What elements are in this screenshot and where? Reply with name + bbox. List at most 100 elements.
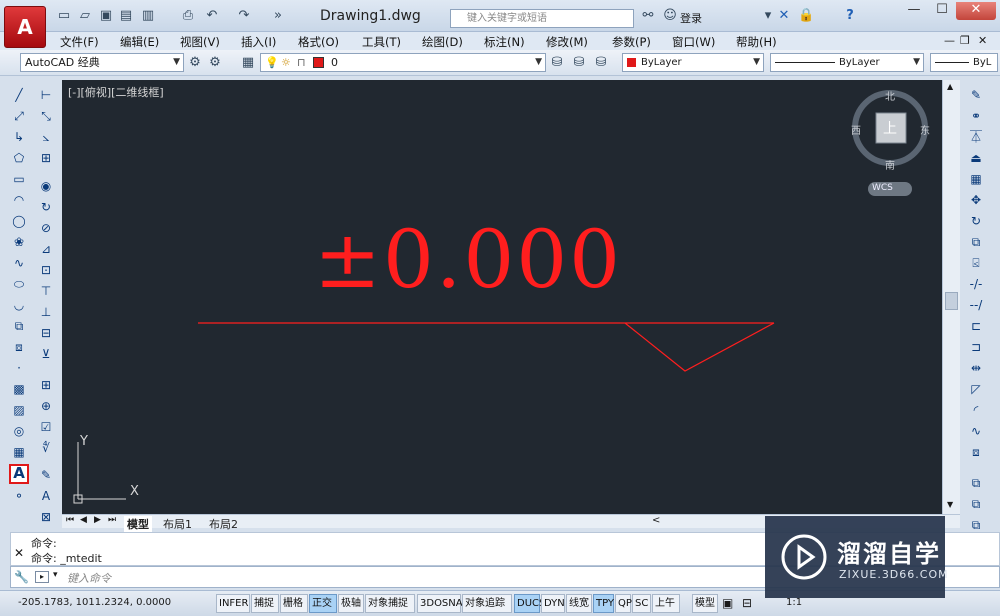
join-icon[interactable]: ⊻ bbox=[37, 345, 55, 363]
chamfer-tool-icon[interactable]: ◸ bbox=[967, 380, 985, 398]
polygon-icon[interactable]: ⬠ bbox=[10, 149, 28, 167]
break-point-icon[interactable]: ⊏ bbox=[967, 317, 985, 335]
print-icon[interactable]: ⎙ bbox=[180, 8, 196, 24]
hatch-icon[interactable]: ▩ bbox=[10, 380, 28, 398]
break-icon[interactable]: ⊟ bbox=[37, 324, 55, 342]
point-icon[interactable]: · bbox=[10, 359, 28, 377]
chamfer-icon[interactable]: ⊞ bbox=[37, 376, 55, 394]
mirror-tool-icon[interactable]: ⏄ bbox=[967, 128, 985, 146]
layer-match-icon[interactable]: ⛁ bbox=[571, 55, 587, 71]
first-tab-icon[interactable]: ⏮ bbox=[66, 515, 74, 525]
lock-icon[interactable]: 🔒 bbox=[798, 8, 814, 24]
menu-draw[interactable]: 绘图(D) bbox=[422, 34, 463, 50]
layout-view-icon[interactable]: ▣ bbox=[722, 596, 733, 610]
layer-properties-icon[interactable]: ▦ bbox=[240, 55, 256, 71]
search-input[interactable]: 键入关键字或短语 bbox=[450, 9, 634, 28]
customize-wrench-icon[interactable]: 🔧 bbox=[14, 570, 29, 584]
status-toggle-6[interactable]: 3DOSNAP bbox=[417, 594, 469, 613]
tab-layout1[interactable]: 布局1 bbox=[160, 516, 195, 532]
menu-help[interactable]: 帮助(H) bbox=[736, 34, 777, 50]
minimize-button[interactable]: — bbox=[900, 2, 928, 20]
stretch-icon[interactable]: ⊡ bbox=[37, 261, 55, 279]
line-icon[interactable]: ╱ bbox=[10, 86, 28, 104]
viewcube-east[interactable]: 东 bbox=[920, 122, 930, 137]
more-icon[interactable]: » bbox=[270, 8, 286, 24]
erase-icon[interactable]: ⊢ bbox=[37, 86, 55, 104]
menu-insert[interactable]: 插入(I) bbox=[241, 34, 276, 50]
model-space-button[interactable]: 模型 bbox=[692, 594, 718, 613]
status-toggle-4[interactable]: 极轴 bbox=[338, 594, 364, 613]
revcloud-icon[interactable]: ❀ bbox=[10, 233, 28, 251]
user-icon[interactable]: ☺ bbox=[662, 8, 678, 24]
pencil-icon[interactable]: ✎ bbox=[37, 466, 55, 484]
draworder-icon[interactable]: ⧉ bbox=[967, 474, 985, 492]
menu-edit[interactable]: 编辑(E) bbox=[120, 34, 159, 50]
viewcube-north[interactable]: 北 bbox=[885, 88, 895, 103]
close-button[interactable]: ✕ bbox=[956, 2, 996, 20]
ellipse-arc-icon[interactable]: ◡ bbox=[10, 296, 28, 314]
undo-icon[interactable]: ↶ bbox=[204, 8, 220, 24]
status-toggle-1[interactable]: 捕捉 bbox=[251, 594, 279, 613]
array-icon[interactable]: ◉ bbox=[37, 177, 55, 195]
text-style-icon[interactable]: A bbox=[37, 487, 55, 505]
insert-block-icon[interactable]: ⧉ bbox=[10, 317, 28, 335]
move-icon[interactable]: ↻ bbox=[37, 198, 55, 216]
menu-file[interactable]: 文件(F) bbox=[60, 34, 99, 50]
menu-window[interactable]: 窗口(W) bbox=[672, 34, 715, 50]
array-tool-icon[interactable]: ▦ bbox=[967, 170, 985, 188]
copy-icon[interactable]: ⤡ bbox=[37, 107, 55, 125]
scroll-up-icon[interactable]: ▲ bbox=[947, 82, 953, 91]
annotation-scale[interactable]: 1:1 bbox=[786, 597, 802, 608]
scroll-left-icon[interactable]: < bbox=[652, 515, 660, 526]
rotate-icon[interactable]: ⊘ bbox=[37, 219, 55, 237]
wcs-label[interactable]: WCS bbox=[872, 183, 893, 193]
login-link[interactable]: 登录 bbox=[680, 10, 702, 26]
viewcube-south[interactable]: 南 bbox=[885, 157, 895, 172]
menu-format[interactable]: 格式(O) bbox=[298, 34, 339, 50]
workspace-switch-icon[interactable]: ⚙ bbox=[207, 55, 223, 71]
workspace-settings-icon[interactable]: ⚙ bbox=[187, 55, 203, 71]
saveas-icon[interactable]: ▤ bbox=[118, 8, 134, 24]
draworder-back-icon[interactable]: ⧉ bbox=[967, 495, 985, 513]
tab-layout2[interactable]: 布局2 bbox=[206, 516, 241, 532]
menu-modify[interactable]: 修改(M) bbox=[546, 34, 588, 50]
binoculars-icon[interactable]: ⚯ bbox=[640, 8, 656, 24]
circle-icon[interactable]: ◯ bbox=[10, 212, 28, 230]
dropdown-icon[interactable]: ▾ bbox=[760, 8, 776, 24]
brush-icon[interactable]: ✎ bbox=[967, 86, 985, 104]
status-toggle-10[interactable]: 线宽 bbox=[566, 594, 592, 613]
offset-tool-icon[interactable]: ⏏ bbox=[967, 149, 985, 167]
explode-icon[interactable]: ☑ bbox=[37, 418, 55, 436]
maximize-button[interactable]: ☐ bbox=[928, 2, 956, 20]
status-toggle-7[interactable]: 对象追踪 bbox=[462, 594, 512, 613]
move-tool-icon[interactable]: ✥ bbox=[967, 191, 985, 209]
application-menu-button[interactable]: A bbox=[4, 6, 46, 48]
menu-dimension[interactable]: 标注(N) bbox=[484, 34, 525, 50]
command-prompt-icon[interactable]: ▸ bbox=[35, 571, 49, 583]
edit-icon[interactable]: ⊠ bbox=[37, 508, 55, 526]
save-icon[interactable]: ▣ bbox=[98, 8, 114, 24]
status-toggle-12[interactable]: QP bbox=[615, 594, 632, 613]
menu-parametric[interactable]: 参数(P) bbox=[612, 34, 651, 50]
last-tab-icon[interactable]: ⏭ bbox=[108, 515, 116, 525]
gradient-icon[interactable]: ▨ bbox=[10, 401, 28, 419]
ellipse-icon[interactable]: ⬭ bbox=[10, 275, 28, 293]
drawing-canvas[interactable]: [-][俯视][二维线框] ±0.000 Y X 北 南 东 西 上 WCS bbox=[62, 80, 942, 514]
construction-line-icon[interactable]: ⤢ bbox=[10, 107, 28, 125]
status-toggle-3[interactable]: 正交 bbox=[309, 594, 337, 613]
status-toggle-14[interactable]: 上午 bbox=[652, 594, 680, 613]
scroll-thumb[interactable] bbox=[945, 292, 958, 310]
spline-icon[interactable]: ∿ bbox=[10, 254, 28, 272]
vertical-scrollbar[interactable]: ▲ ▼ bbox=[942, 80, 960, 514]
menu-tools[interactable]: 工具(T) bbox=[362, 34, 401, 50]
prev-tab-icon[interactable]: ◀ bbox=[80, 515, 87, 525]
status-toggle-2[interactable]: 栅格 bbox=[280, 594, 308, 613]
viewcube-top-label[interactable]: 上 bbox=[883, 118, 897, 138]
command-input[interactable]: 键入命令 bbox=[67, 570, 111, 586]
new-icon[interactable]: ▭ bbox=[56, 8, 72, 24]
offset-icon[interactable]: ⊞ bbox=[37, 149, 55, 167]
workspace-select[interactable]: AutoCAD 经典 ▼ bbox=[20, 53, 184, 72]
copy-object-icon[interactable]: ⚭ bbox=[967, 107, 985, 125]
quick-view-icon[interactable]: ⊟ bbox=[742, 596, 752, 610]
status-toggle-5[interactable]: 对象捕捉 bbox=[365, 594, 415, 613]
